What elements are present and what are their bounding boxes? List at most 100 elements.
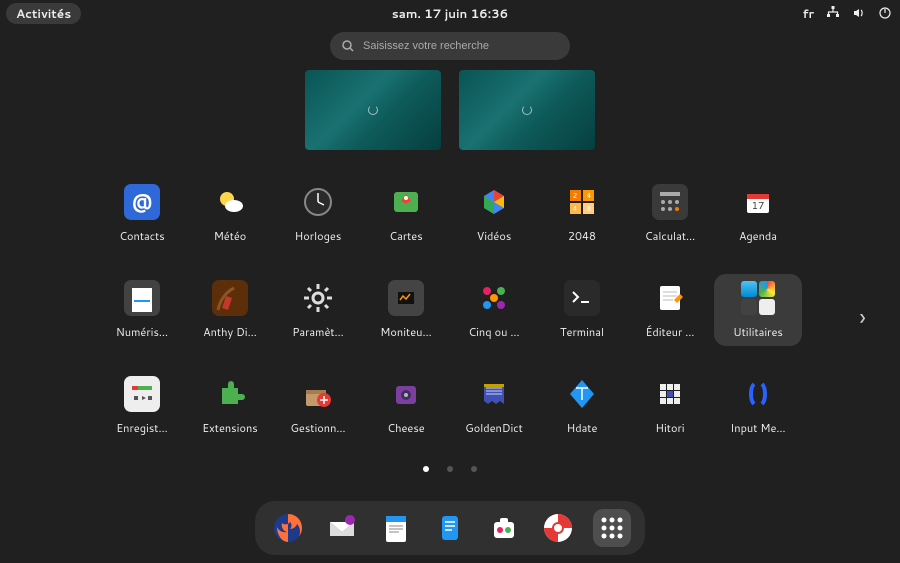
app-label: Éditeur … xyxy=(645,324,694,340)
app-record[interactable]: Enregist… xyxy=(98,370,186,442)
app-label: Agenda xyxy=(739,228,777,244)
app-label: Moniteu… xyxy=(380,324,431,340)
volume-icon[interactable] xyxy=(852,6,866,20)
app-calculator[interactable]: Calculat… xyxy=(626,178,714,250)
app-label: Extensions xyxy=(202,420,257,436)
app-anthy[interactable]: Anthy Di… xyxy=(186,274,274,346)
app-hitori[interactable]: Hitori xyxy=(626,370,714,442)
videos-icon xyxy=(476,184,512,220)
app-agenda[interactable]: 17 Agenda xyxy=(714,178,802,250)
dash-notes[interactable] xyxy=(431,509,469,547)
svg-text:4: 4 xyxy=(587,191,592,201)
app-label: Météo xyxy=(214,228,247,244)
dash-help[interactable] xyxy=(539,509,577,547)
app-extensions[interactable]: Extensions xyxy=(186,370,274,442)
next-page-arrow[interactable]: › xyxy=(859,300,866,334)
app-inputmethod[interactable]: Input Me… xyxy=(714,370,802,442)
app-2048[interactable]: 24482048 xyxy=(538,178,626,250)
2048-icon: 2448 xyxy=(564,184,600,220)
page-dot-3[interactable] xyxy=(471,466,477,472)
app-label: 2048 xyxy=(568,228,596,244)
dash xyxy=(255,501,645,555)
app-label: Cinq ou … xyxy=(468,324,519,340)
app-utilities[interactable]: Utilitaires xyxy=(714,274,802,346)
network-icon[interactable] xyxy=(826,6,840,20)
maps-icon xyxy=(388,184,424,220)
app-label: Enregist… xyxy=(116,420,167,436)
extensions-icon xyxy=(212,376,248,412)
app-hdate[interactable]: Hdate xyxy=(538,370,626,442)
app-label: Calculat… xyxy=(645,228,695,244)
dash-mail[interactable] xyxy=(323,509,361,547)
settings-icon xyxy=(300,280,336,316)
app-label: GoldenDict xyxy=(465,420,523,436)
app-editor[interactable]: Éditeur … xyxy=(626,274,714,346)
dash-writer[interactable] xyxy=(377,509,415,547)
hitori-icon xyxy=(652,376,688,412)
svg-text:2: 2 xyxy=(573,191,577,201)
top-bar: Activités sam. 17 juin 16:36 fr xyxy=(0,0,900,26)
search-icon xyxy=(342,40,355,53)
app-label: Cartes xyxy=(389,228,422,244)
dash-firefox[interactable] xyxy=(269,509,307,547)
monitor-icon xyxy=(388,280,424,316)
app-manager[interactable]: Gestionn… xyxy=(274,370,362,442)
app-five[interactable]: Cinq ou … xyxy=(450,274,538,346)
clocks-icon xyxy=(300,184,336,220)
hdate-icon xyxy=(564,376,600,412)
terminal-icon xyxy=(564,280,600,316)
dash-appgrid[interactable] xyxy=(593,509,631,547)
svg-text:17: 17 xyxy=(752,199,765,213)
cheese-icon xyxy=(388,376,424,412)
app-weather[interactable]: Météo xyxy=(186,178,274,250)
power-icon[interactable] xyxy=(878,6,892,20)
svg-text:@: @ xyxy=(132,187,153,215)
app-label: Contacts xyxy=(119,228,165,244)
page-dot-2[interactable] xyxy=(447,466,453,472)
app-monitor[interactable]: Moniteu… xyxy=(362,274,450,346)
workspace-switcher xyxy=(0,70,900,150)
scan-icon xyxy=(124,280,160,316)
five-icon xyxy=(476,280,512,316)
contacts-icon: @ xyxy=(124,184,160,220)
clock[interactable]: sam. 17 juin 16:36 xyxy=(392,5,508,22)
svg-text:8: 8 xyxy=(587,204,591,214)
app-label: Hitori xyxy=(655,420,684,436)
app-label: Hdate xyxy=(567,420,598,436)
status-area[interactable]: fr xyxy=(803,5,892,22)
app-label: Input Me… xyxy=(730,420,785,436)
app-clocks[interactable]: Horloges xyxy=(274,178,362,250)
svg-text:4: 4 xyxy=(573,204,578,214)
calculator-icon xyxy=(652,184,688,220)
app-grid: @ContactsMétéoHorlogesCartesVidéos244820… xyxy=(0,178,900,442)
app-label: Paramèt… xyxy=(292,324,344,340)
app-goldendict[interactable]: GoldenDict xyxy=(450,370,538,442)
search-input[interactable] xyxy=(363,40,558,52)
app-settings[interactable]: Paramèt… xyxy=(274,274,362,346)
utilities-icon xyxy=(740,280,776,316)
app-contacts[interactable]: @ Contacts xyxy=(98,178,186,250)
app-label: Vidéos xyxy=(477,228,512,244)
dash-software[interactable] xyxy=(485,509,523,547)
keyboard-layout-indicator[interactable]: fr xyxy=(803,5,814,22)
search-bar[interactable] xyxy=(330,32,570,60)
goldendict-icon xyxy=(476,376,512,412)
app-label: Gestionn… xyxy=(290,420,345,436)
inputmethod-icon xyxy=(740,376,776,412)
app-label: Anthy Di… xyxy=(203,324,257,340)
workspace-1[interactable] xyxy=(305,70,441,150)
record-icon xyxy=(124,376,160,412)
app-label: Cheese xyxy=(387,420,424,436)
app-scan[interactable]: Numéris… xyxy=(98,274,186,346)
app-label: Utilitaires xyxy=(733,324,783,340)
app-cheese[interactable]: Cheese xyxy=(362,370,450,442)
page-dot-1[interactable] xyxy=(423,466,429,472)
anthy-icon xyxy=(212,280,248,316)
app-terminal[interactable]: Terminal xyxy=(538,274,626,346)
app-maps[interactable]: Cartes xyxy=(362,178,450,250)
app-videos[interactable]: Vidéos xyxy=(450,178,538,250)
app-label: Terminal xyxy=(560,324,604,340)
workspace-2[interactable] xyxy=(459,70,595,150)
activities-button[interactable]: Activités xyxy=(6,3,81,24)
editor-icon xyxy=(652,280,688,316)
